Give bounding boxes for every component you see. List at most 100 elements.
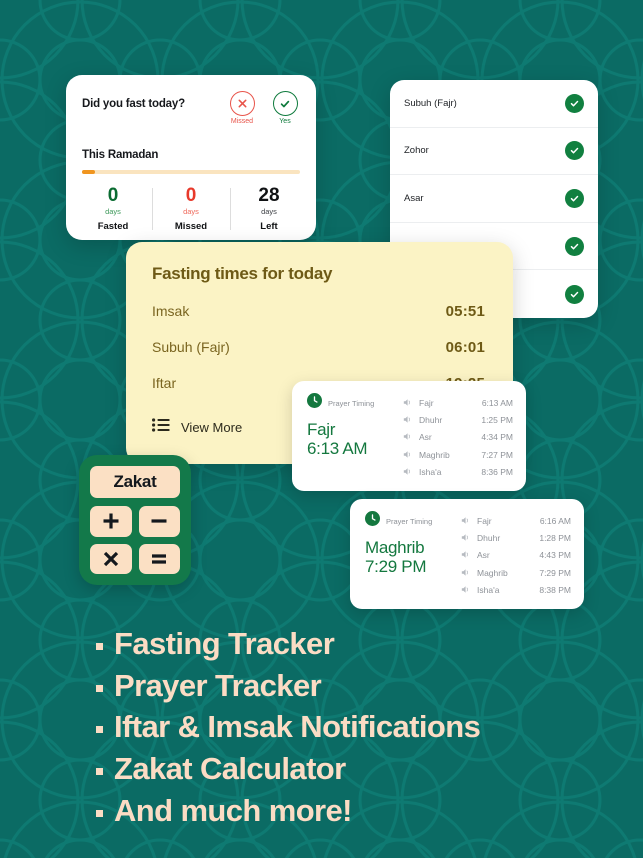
stat-fasted: 0 days Fasted — [74, 186, 152, 232]
widget-prayer-time: 8:38 PM — [539, 584, 571, 595]
widget-prayer-name: Dhuhr — [477, 532, 501, 543]
prayer-checklist-row[interactable]: Subuh (Fajr) — [390, 80, 598, 128]
square-bullet-icon — [96, 642, 103, 650]
feature-item: And much more! — [96, 791, 480, 831]
speaker-icon[interactable] — [461, 512, 470, 530]
widget-prayer-name: Asr — [477, 550, 490, 561]
widget-prayer-times-list: Fajr 6:13 AM Dhuhr 1:25 PM Asr 4:34 PM M… — [403, 393, 513, 479]
square-bullet-icon — [96, 684, 103, 692]
feature-list: Fasting Tracker Prayer Tracker Iftar & I… — [96, 624, 481, 832]
widget-next-prayer-name: Fajr — [307, 420, 336, 439]
stat-fasted-unit: days — [105, 207, 121, 216]
speaker-icon[interactable] — [461, 564, 470, 582]
check-icon[interactable] — [565, 236, 584, 256]
prayer-name: Subuh (Fajr) — [404, 97, 457, 109]
fasting-time-value: 05:51 — [445, 303, 485, 320]
prayer-timing-widget-maghrib[interactable]: Prayer Timing Maghrib 7:29 PM Fajr 6:16 … — [350, 499, 584, 609]
speaker-icon[interactable] — [461, 529, 470, 547]
widget-prayer-name: Dhuhr — [419, 414, 443, 425]
stat-left: 28 days Left — [230, 186, 308, 232]
feature-label: Fasting Tracker — [114, 626, 335, 661]
stat-left-value: 28 — [258, 185, 280, 206]
speaker-icon[interactable] — [403, 394, 412, 412]
widget-prayer-time: 4:34 PM — [481, 432, 513, 443]
stat-left-label: Left — [260, 221, 278, 232]
widget-prayer-row: Fajr 6:16 AM — [461, 512, 571, 529]
prayer-name: Asar — [404, 192, 424, 204]
minus-icon[interactable] — [138, 506, 180, 537]
widget-next-prayer-time: 7:29 PM — [365, 556, 427, 576]
widget-prayer-row: Asr 4:34 PM — [403, 429, 513, 446]
speaker-icon[interactable] — [403, 428, 412, 446]
widget-prayer-row: Dhuhr 1:25 PM — [403, 411, 513, 428]
widget-prayer-time: 7:29 PM — [539, 567, 571, 578]
widget-prayer-time: 1:25 PM — [481, 414, 513, 425]
fasting-time-row: Imsak 05:51 — [126, 303, 513, 320]
feature-item: Prayer Tracker — [96, 666, 480, 706]
widget-prayer-row: Fajr 6:13 AM — [403, 394, 513, 411]
speaker-icon[interactable] — [403, 446, 412, 464]
fast-answer-group: Missed Yes — [227, 91, 300, 125]
widget-prayer-name: Maghrib — [419, 449, 450, 460]
view-more-label: View More — [181, 420, 243, 435]
widget-prayer-time: 4:43 PM — [539, 550, 571, 561]
list-icon — [152, 418, 170, 437]
stat-missed-unit: days — [183, 207, 199, 216]
speaker-icon[interactable] — [461, 546, 470, 564]
check-icon[interactable] — [565, 93, 584, 113]
fast-question-label: Did you fast today? — [82, 98, 185, 110]
zakat-calculator-icon[interactable]: Zakat — [79, 455, 191, 585]
equals-icon[interactable] — [138, 543, 180, 574]
widget-prayer-times-list: Fajr 6:16 AM Dhuhr 1:28 PM Asr 4:43 PM M… — [461, 511, 571, 597]
speaker-icon[interactable] — [403, 463, 412, 481]
widget-prayer-name: Fajr — [419, 397, 434, 408]
widget-next-prayer-name: Maghrib — [365, 538, 425, 557]
zakat-keypad — [90, 506, 180, 574]
plus-icon[interactable] — [90, 506, 132, 537]
feature-item: Iftar & Imsak Notifications — [96, 707, 481, 747]
widget-brand: Prayer Timing — [307, 393, 403, 413]
widget-brand-label: Prayer Timing — [386, 516, 433, 526]
speaker-icon[interactable] — [461, 581, 470, 599]
widget-prayer-row: Asr 4:43 PM — [461, 547, 571, 564]
answer-missed-label: Missed — [230, 118, 254, 125]
stat-fasted-value: 0 — [107, 185, 119, 206]
multiply-icon[interactable] — [90, 543, 132, 574]
square-bullet-icon — [96, 767, 103, 775]
prayer-checklist-row[interactable]: Zohor — [390, 128, 598, 176]
widget-prayer-row: Maghrib 7:27 PM — [403, 446, 513, 463]
this-ramadan-title: This Ramadan — [82, 149, 159, 161]
widget-prayer-row: Maghrib 7:29 PM — [461, 564, 571, 581]
feature-item: Fasting Tracker — [96, 624, 480, 664]
zakat-screen: Zakat — [90, 466, 180, 498]
widget-prayer-time: 6:16 AM — [539, 515, 571, 526]
answer-yes-button[interactable]: Yes — [270, 91, 300, 125]
fasting-tracker-card: Did you fast today? Missed Yes This Rama… — [66, 75, 316, 240]
prayer-checklist-row[interactable]: Asar — [390, 175, 598, 223]
answer-missed-button[interactable]: Missed — [227, 91, 257, 125]
fasting-time-label: Subuh (Fajr) — [152, 339, 230, 355]
fasting-time-row: Subuh (Fajr) 06:01 — [126, 339, 513, 356]
widget-prayer-row: Isha'a 8:36 PM — [403, 463, 513, 480]
widget-summary: Prayer Timing Fajr 6:13 AM — [307, 393, 403, 479]
widget-brand-label: Prayer Timing — [328, 398, 375, 408]
stat-missed: 0 days Missed — [152, 186, 230, 232]
ramadan-progress-fill — [82, 170, 96, 174]
clock-icon — [365, 511, 380, 531]
feature-label: Prayer Tracker — [114, 667, 322, 703]
widget-summary: Prayer Timing Maghrib 7:29 PM — [365, 511, 461, 597]
feature-label: Zakat Calculator — [114, 751, 346, 787]
widget-prayer-name: Isha'a — [477, 584, 500, 595]
stat-fasted-label: Fasted — [97, 221, 129, 232]
widget-prayer-name: Maghrib — [477, 567, 508, 578]
fasting-time-label: Iftar — [152, 375, 177, 391]
widget-prayer-time: 6:13 AM — [481, 397, 513, 408]
check-icon[interactable] — [565, 284, 584, 304]
check-icon[interactable] — [565, 141, 584, 161]
zakat-screen-label: Zakat — [113, 472, 157, 491]
check-icon[interactable] — [565, 188, 584, 208]
prayer-timing-widget-fajr[interactable]: Prayer Timing Fajr 6:13 AM Fajr 6:13 AM … — [292, 381, 526, 491]
widget-next-prayer-time: 6:13 AM — [307, 438, 368, 458]
clock-icon — [307, 393, 322, 413]
speaker-icon[interactable] — [403, 411, 412, 429]
